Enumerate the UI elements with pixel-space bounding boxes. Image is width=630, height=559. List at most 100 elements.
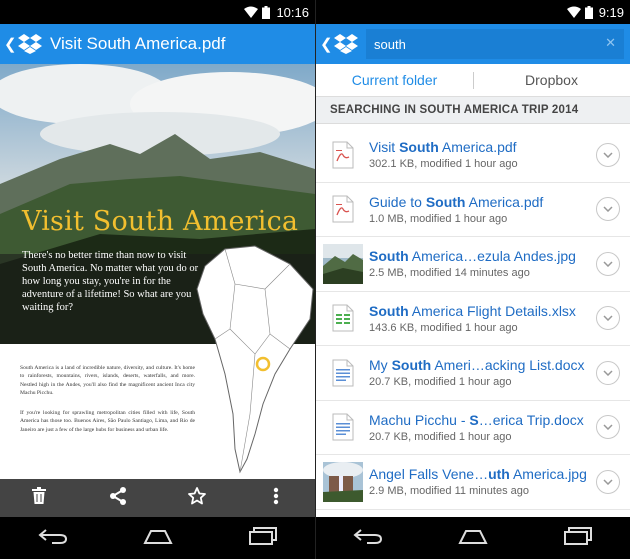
system-nav-bar (0, 517, 315, 559)
file-name-match: South (399, 139, 439, 156)
file-name: Guide to South America.pdf (369, 194, 596, 210)
dropbox-logo-icon[interactable] (18, 34, 42, 54)
system-nav-bar (316, 517, 630, 559)
battery-icon (584, 5, 593, 19)
row-menu-button[interactable] (596, 415, 620, 440)
nav-recents-button[interactable] (239, 523, 287, 553)
app-bar: ❮ Visit South America.pdf (0, 24, 315, 64)
file-meta: 302.1 KB, modified 1 hour ago (369, 158, 518, 171)
search-result-row[interactable]: My South Ameri…acking List.docx 20.7 KB, … (316, 346, 630, 401)
battery-icon (262, 5, 271, 19)
row-menu-button[interactable] (596, 360, 620, 385)
dropbox-logo-icon[interactable] (334, 34, 358, 54)
search-result-row[interactable]: South America…ezula Andes.jpg 2.5 MB, mod… (316, 237, 630, 292)
file-info: Visit South America.pdf 302.1 KB, modifie… (369, 139, 596, 170)
file-name-prefix: My (369, 357, 392, 374)
search-scope-tabs: Current folder Dropbox (316, 64, 630, 97)
search-results-list: Visit South America.pdf 302.1 KB, modifie… (316, 128, 630, 510)
file-meta: 2.9 MB, modified 11 minutes ago (369, 485, 529, 498)
chevron-down-icon (603, 479, 613, 485)
nav-home-button[interactable] (134, 523, 182, 553)
search-input[interactable]: south ✕ (366, 29, 624, 59)
file-info: South America Flight Details.xlsx 143.6 K… (369, 303, 596, 334)
back-chevron-icon[interactable]: ❮ (320, 35, 333, 53)
row-menu-button[interactable] (596, 197, 620, 222)
file-name-match: uth (488, 466, 510, 483)
file-name-match: South (369, 248, 409, 265)
share-button[interactable] (98, 483, 138, 513)
file-name-suffix: America.pdf (465, 193, 544, 210)
file-info: Guide to South America.pdf 1.0 MB, modifi… (369, 194, 596, 225)
search-app-bar: ❮ south ✕ (316, 24, 630, 64)
file-name-suffix: America.jpg (509, 466, 587, 483)
trash-icon (32, 487, 47, 509)
row-menu-button[interactable] (596, 142, 620, 167)
nav-back-button[interactable] (344, 523, 392, 553)
file-name-match: South (425, 193, 466, 210)
chevron-down-icon (603, 424, 613, 431)
file-name-prefix: Angel Falls Vene… (369, 466, 489, 483)
search-query-text: south (374, 36, 406, 52)
clear-search-icon[interactable]: ✕ (605, 35, 616, 51)
search-result-row[interactable]: Machu Picchu - S…erica Trip.docx 20.7 KB,… (316, 401, 630, 455)
pdf-hero-body: There's no better time than now to visit… (22, 250, 199, 313)
nav-back-button[interactable] (29, 523, 77, 553)
file-name-suffix: …erica Trip.docx (478, 411, 584, 428)
search-result-row[interactable]: Guide to South America.pdf 1.0 MB, modifi… (316, 183, 630, 237)
status-time: 9:19 (598, 4, 624, 20)
status-bar: 9:19 (316, 0, 630, 24)
pdf-preview-screen: 10:16 ❮ Visit South America.pdf Visit So… (0, 0, 315, 559)
file-name-suffix: America Flight Details.xlsx (408, 302, 576, 319)
overflow-menu-button[interactable] (256, 483, 296, 513)
delete-button[interactable] (19, 483, 59, 513)
back-chevron-icon[interactable]: ❮ (4, 35, 17, 53)
share-icon (109, 486, 127, 510)
file-name-suffix: America…ezula Andes.jpg (408, 248, 576, 265)
file-name: South America…ezula Andes.jpg (369, 248, 596, 264)
file-meta: 2.5 MB, modified 14 minutes ago (369, 267, 530, 280)
file-name-suffix: America.pdf (438, 139, 517, 156)
document-file-icon (323, 353, 363, 393)
file-name-prefix: Visit (369, 139, 400, 156)
file-meta: 20.7 KB, modified 1 hour ago (369, 376, 512, 389)
chevron-down-icon (603, 206, 613, 213)
row-menu-button[interactable] (596, 251, 620, 276)
file-info: South America…ezula Andes.jpg 2.5 MB, mod… (369, 248, 596, 279)
chevron-down-icon (603, 261, 613, 267)
file-name: My South Ameri…acking List.docx (369, 357, 596, 373)
chevron-down-icon (603, 370, 613, 376)
pdf-paragraph: South America is a land of incredible na… (20, 365, 195, 396)
chevron-down-icon (603, 152, 613, 158)
pdf-file-icon (323, 135, 363, 175)
document-file-icon (323, 407, 363, 447)
tab-dropbox[interactable]: Dropbox (473, 64, 630, 96)
file-info: Angel Falls Vene…uth America.jpg 2.9 MB, … (369, 466, 596, 497)
wifi-icon (566, 6, 581, 18)
pdf-page[interactable]: Visit South America There's no better ti… (0, 64, 315, 479)
search-result-row[interactable]: South America Flight Details.xlsx 143.6 K… (316, 292, 630, 346)
status-bar: 10:16 (0, 0, 315, 24)
nav-recents-button[interactable] (554, 523, 602, 553)
row-menu-button[interactable] (596, 306, 620, 331)
back-arrow-icon (353, 528, 383, 549)
file-name-match: South (369, 302, 409, 319)
recents-icon (248, 526, 278, 550)
file-info: Machu Picchu - S…erica Trip.docx 20.7 KB,… (369, 412, 596, 443)
file-name-match: South (391, 357, 432, 374)
search-result-row[interactable]: Angel Falls Vene…uth America.jpg 2.9 MB, … (316, 455, 630, 510)
tab-current-folder[interactable]: Current folder (316, 64, 473, 96)
recents-icon (563, 526, 593, 550)
home-icon (142, 528, 173, 549)
south-america-map (195, 244, 315, 474)
photo-thumbnail (323, 461, 363, 502)
star-icon (187, 486, 206, 510)
back-arrow-icon (37, 528, 68, 549)
wifi-icon (244, 6, 259, 18)
chevron-down-icon (603, 315, 613, 322)
favorite-button[interactable] (177, 483, 217, 513)
file-meta: 1.0 MB, modified 1 hour ago (369, 212, 508, 225)
file-name: Visit South America.pdf (369, 139, 596, 155)
nav-home-button[interactable] (449, 523, 497, 553)
row-menu-button[interactable] (596, 469, 620, 494)
search-result-row[interactable]: Visit South America.pdf 302.1 KB, modifie… (316, 128, 630, 183)
